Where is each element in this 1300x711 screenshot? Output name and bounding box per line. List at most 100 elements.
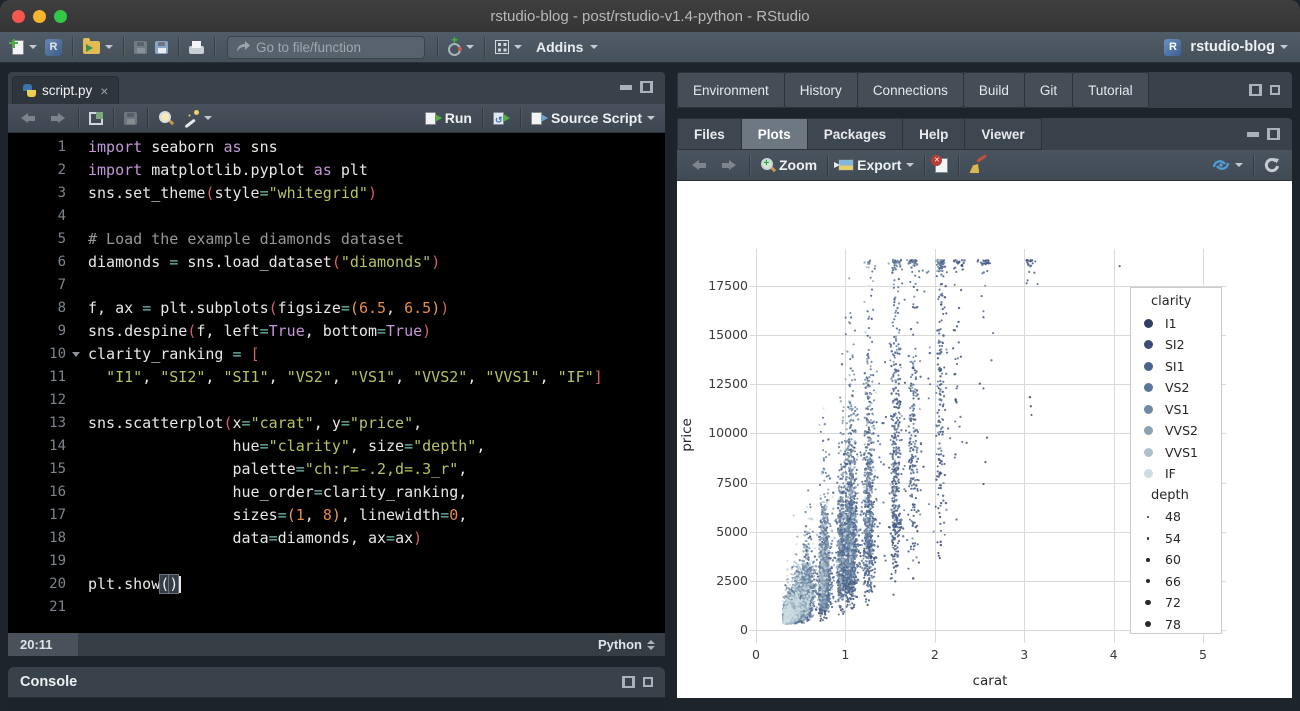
console-header[interactable]: Console <box>8 667 665 698</box>
code-line[interactable]: 5 # Load the example diamonds dataset <box>8 228 665 251</box>
clear-all-plots-button[interactable] <box>965 152 991 178</box>
restore-pane-icon[interactable] <box>1249 84 1262 96</box>
code-line[interactable]: 11 "I1", "SI2", "SI1", "VS2", "VS1", "VV… <box>8 366 665 389</box>
tab-git[interactable]: Git <box>1023 72 1074 108</box>
code-line[interactable]: 2 import matplotlib.pyplot as plt <box>8 159 665 182</box>
code-text: sizes=(1, 8), linewidth=0, <box>88 506 468 524</box>
publish-button[interactable] <box>1208 152 1247 178</box>
arrow-left-icon <box>21 113 36 123</box>
run-button[interactable]: Run <box>421 105 476 131</box>
run-arrow-icon <box>434 114 442 122</box>
line-number: 2 <box>57 162 66 178</box>
chevron-down-icon <box>466 45 474 49</box>
maximize-pane-icon[interactable] <box>1270 85 1280 95</box>
close-icon[interactable]: × <box>100 83 108 99</box>
legend-label: 66 <box>1165 573 1181 589</box>
line-number: 14 <box>49 438 66 454</box>
git-commit-icon <box>448 33 462 56</box>
remove-plot-button[interactable] <box>931 152 952 178</box>
source-script-button[interactable]: Source Script <box>527 105 659 131</box>
code-line[interactable]: 14 hue="clarity", size="depth", <box>8 435 665 458</box>
refresh-plot-button[interactable] <box>1260 152 1284 178</box>
minimize-pane-icon[interactable] <box>620 84 632 90</box>
legend-item: 66 <box>1131 571 1221 593</box>
window-title: rstudio-blog - post/rstudio-v1.4-python … <box>490 7 810 25</box>
code-line[interactable]: 1 import seaborn as sns <box>8 136 665 159</box>
y-tick-label: 0 <box>740 622 748 637</box>
next-plot-button[interactable] <box>714 152 743 178</box>
export-plot-button[interactable]: Export <box>834 152 918 178</box>
project-r-icon: R <box>1164 38 1182 56</box>
save-icon <box>124 111 137 125</box>
code-line[interactable]: 16 hue_order=clarity_ranking, <box>8 481 665 504</box>
save-source-button[interactable] <box>120 105 141 131</box>
legend-label: 72 <box>1165 595 1181 611</box>
print-button[interactable] <box>185 34 208 60</box>
code-line[interactable]: 15 palette="ch:r=-.2,d=.3_r", <box>8 458 665 481</box>
code-tools-button[interactable] <box>178 105 216 131</box>
code-line[interactable]: 18 data=diamonds, ax=ax) <box>8 527 665 550</box>
console-pane: Console <box>8 667 665 711</box>
broom-icon <box>969 157 987 173</box>
code-line[interactable]: 6 diamonds = sns.load_dataset("diamonds") <box>8 251 665 274</box>
tab-script-py[interactable]: script.py × <box>12 76 120 104</box>
fold-caret-icon[interactable] <box>72 352 80 357</box>
maximize-pane-icon[interactable] <box>640 81 653 93</box>
code-line[interactable]: 3 sns.set_theme(style="whitegrid") <box>8 182 665 205</box>
maximize-pane-icon[interactable] <box>643 677 653 687</box>
tab-history[interactable]: History <box>783 72 858 108</box>
zoom-plot-button[interactable]: + Zoom <box>756 152 821 178</box>
tab-tutorial[interactable]: Tutorial <box>1072 72 1149 108</box>
language-selector[interactable]: Python <box>598 637 655 652</box>
tab-packages[interactable]: Packages <box>806 118 904 150</box>
tab-files[interactable]: Files <box>677 118 742 150</box>
find-replace-button[interactable] <box>154 105 178 131</box>
code-line[interactable]: 8 f, ax = plt.subplots(figsize=(6.5, 6.5)… <box>8 297 665 320</box>
previous-plot-button[interactable] <box>685 152 714 178</box>
code-line[interactable]: 10 clarity_ranking = [ <box>8 343 665 366</box>
y-tick-label: 12500 <box>708 376 748 392</box>
tab-build[interactable]: Build <box>962 72 1025 108</box>
goto-file-input[interactable]: Go to file/function <box>227 35 425 59</box>
new-file-button[interactable] <box>8 34 41 60</box>
minimize-pane-icon[interactable] <box>1247 131 1259 137</box>
toolbar-separator <box>924 155 926 175</box>
addins-menu[interactable]: Addins <box>526 34 602 60</box>
maximize-pane-icon[interactable] <box>1267 128 1280 140</box>
tab-connections[interactable]: Connections <box>856 72 964 108</box>
tab-environment[interactable]: Environment <box>677 72 785 108</box>
code-line[interactable]: 17 sizes=(1, 8), linewidth=0, <box>8 504 665 527</box>
back-button[interactable] <box>14 105 43 131</box>
code-line[interactable]: 9 sns.despine(f, left=True, bottom=True) <box>8 320 665 343</box>
version-control-button[interactable] <box>444 33 478 60</box>
save-button[interactable] <box>130 34 151 60</box>
code-editor[interactable]: 1 import seaborn as sns 2 import matplotlib… <box>8 133 665 633</box>
code-line[interactable]: 4 <box>8 205 665 228</box>
save-all-button[interactable] <box>151 34 172 60</box>
project-menu[interactable]: R rstudio-blog <box>1160 34 1292 60</box>
legend-item: 54 <box>1131 528 1221 550</box>
open-file-button[interactable] <box>79 34 117 60</box>
forward-button[interactable] <box>43 105 72 131</box>
line-number: 9 <box>57 323 66 339</box>
new-project-button[interactable]: R <box>41 34 66 60</box>
code-line[interactable]: 21 <box>8 596 665 619</box>
code-line[interactable]: 7 <box>8 274 665 297</box>
code-line[interactable]: 20 plt.show() <box>8 573 665 596</box>
cursor-position[interactable]: 20:11 <box>8 633 78 656</box>
toolbar-separator <box>481 108 483 128</box>
line-number: 21 <box>49 599 66 615</box>
tab-help[interactable]: Help <box>902 118 966 150</box>
tab-plots[interactable]: Plots <box>740 118 808 150</box>
environment-pane-tabbar: Environment History Connections Build Git Tut… <box>677 72 1292 108</box>
workspace-panes-button[interactable] <box>491 34 526 60</box>
code-line[interactable]: 13 sns.scatterplot(x="carat", y="price", <box>8 412 665 435</box>
code-line[interactable]: 19 <box>8 550 665 573</box>
tab-viewer[interactable]: Viewer <box>964 118 1042 150</box>
chevron-down-icon <box>29 45 37 49</box>
code-line[interactable]: 12 <box>8 389 665 412</box>
refresh-icon <box>1264 158 1279 173</box>
rerun-button[interactable]: ↺ <box>489 105 514 131</box>
restore-pane-icon[interactable] <box>622 676 635 688</box>
open-in-new-window-button[interactable] <box>85 105 107 131</box>
